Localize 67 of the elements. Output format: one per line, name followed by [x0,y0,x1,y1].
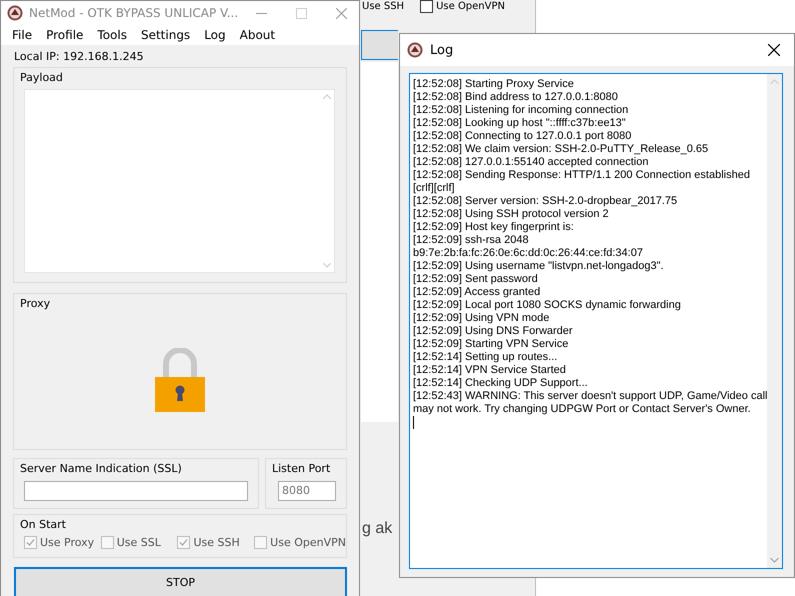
app-icon [7,5,23,21]
log-line: b9:7e:2b:fa:fc:26:0e:6c:dd:0c:26:44:ce:fd:34:07 [413,247,643,260]
app-icon [407,42,423,58]
log-line: [crlf][crlf] [413,182,455,195]
scroll-up-icon[interactable] [322,94,330,99]
checkbox-label: Use OpenVPN [270,536,346,550]
log-line: [12:52:08] Sending Response: HTTP/1.1 200 Connection established [413,169,750,182]
menu-item[interactable]: Profile [39,28,90,42]
log-line: [12:52:08] Listening for incoming connection [413,104,628,117]
group-label: On Start [19,517,67,532]
checkbox-label: Use Proxy [40,536,94,550]
menu-item[interactable]: Log [197,28,233,42]
close-icon [336,8,348,18]
stop-button[interactable]: STOP [14,566,347,596]
log-line: [12:52:09] Sent password [413,273,538,286]
checkbox[interactable] [24,536,37,550]
log-line: [12:52:08] Starting Proxy Service [413,78,574,91]
window-title: NetMod - OTK BYPASS UNLICAP V... [29,6,238,20]
log-line: [12:52:14] Checking UDP Support... [413,377,588,390]
checkbox[interactable] [100,536,114,550]
log-line: [12:52:43] WARNING: This server doesn't support UDP, Game/Video call [413,390,768,403]
group-label: Proxy [19,296,52,310]
log-line: [12:52:08] Using SSH protocol version 2 [413,208,609,221]
log-line: [12:52:09] Local port 1080 SOCKS dynamic forwarding [413,299,681,312]
payload-field[interactable] [24,88,335,273]
log-line: [12:52:08] We claim version: SSH-2.0-PuTTY_Release_0.65 [413,143,708,156]
checkbox[interactable] [420,0,434,13]
checkbox-label: Use SSH [362,1,404,12]
menu-item[interactable]: Tools [90,28,134,42]
log-line: [12:52:14] Setting up routes... [413,351,558,364]
checkbox-label: Use SSL [116,536,161,550]
log-line: [12:52:09] Access granted [413,286,540,299]
log-line: [12:52:08] Looking up host "::ffff:c37b:ee13" [413,117,626,130]
text-cursor [413,416,414,429]
close-icon [768,44,780,56]
checkbox[interactable] [254,536,268,550]
log-line: [12:52:08] Bind address to 127.0.0.1:8080 [413,91,618,104]
menu-item[interactable]: Settings [134,28,198,42]
log-line: [12:52:09] Using VPN mode [413,312,550,325]
log-line: may not work. Try changing UDPGW Port or Contact Server's Owner. [413,403,751,416]
padlock-icon [154,348,206,412]
log-line: [12:52:09] Using username "listvpn.net-longadog3". [413,260,664,273]
maximize-icon [296,8,308,18]
menu-item[interactable]: File [5,28,40,42]
log-line: [12:52:08] Connecting to 127.0.0.1 port 8080 [413,130,632,143]
local-ip-label: Local IP: 192.168.1.245 [14,50,145,63]
scroll-down-icon[interactable] [322,262,330,268]
log-line: [12:52:14] VPN Service Started [413,364,566,377]
listen-port-field[interactable]: 8080 [278,481,336,502]
log-line: [12:52:09] ssh-rsa 2048 [413,234,529,247]
group-label: Payload [19,70,64,84]
log-line: [12:52:09] Using DNS Forwarder [413,325,573,338]
log-line: [12:52:09] Starting VPN Service [413,338,568,351]
log-line: [12:52:08] Server version: SSH-2.0-dropbear_2017.75 [413,195,678,208]
checkbox[interactable] [177,536,190,550]
scroll-down-icon[interactable] [770,558,780,563]
group-label: Server Name Indication (SSL) [19,461,183,476]
background-text: g ak [362,520,392,538]
group-label: Listen Port [271,461,332,476]
scroll-up-icon[interactable] [770,79,780,84]
checkbox-label: Use SSH [193,536,240,550]
checkbox-label: Use OpenVPN [436,1,505,12]
log-line: [12:52:09] Host key fingerprint is: [413,221,574,234]
log-line: [12:52:08] 127.0.0.1:55140 accepted connection [413,156,648,169]
window-title: Log [430,42,454,58]
sni-field[interactable] [24,481,248,502]
menu-item[interactable]: About [232,28,282,42]
